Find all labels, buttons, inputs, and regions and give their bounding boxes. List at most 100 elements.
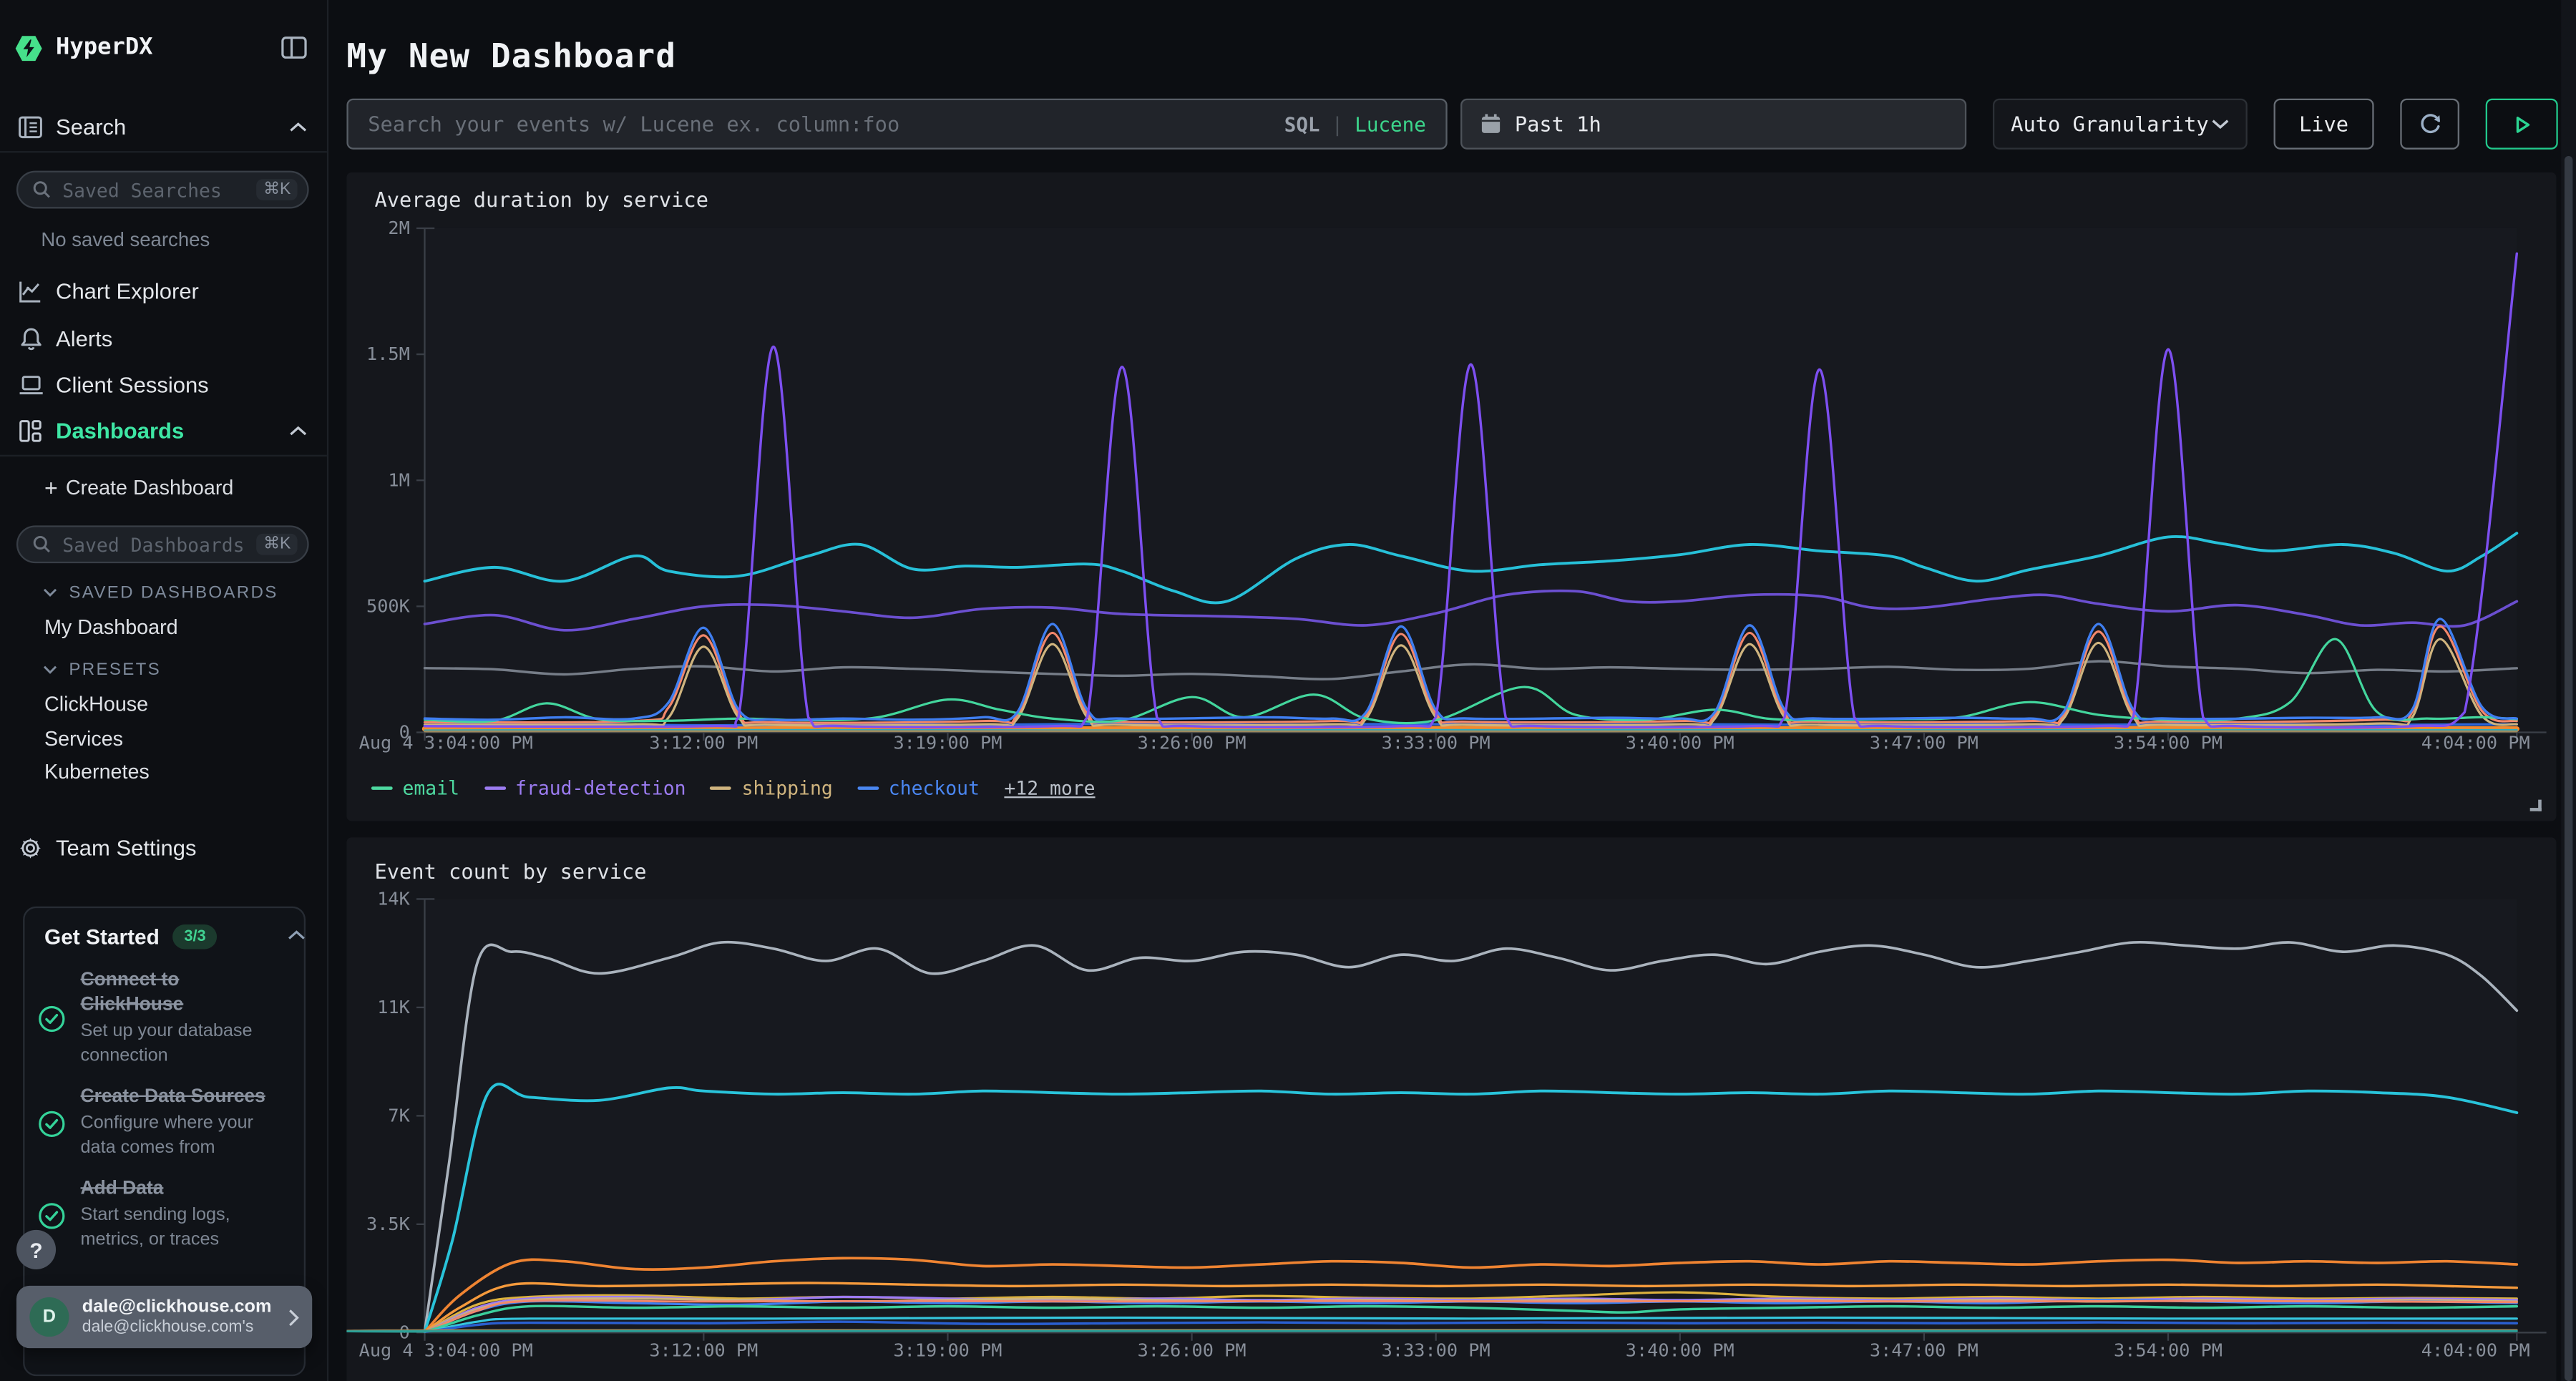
- chevron-up-icon[interactable]: [288, 929, 306, 941]
- search-section-icon: [16, 114, 44, 138]
- sql-toggle[interactable]: SQL: [1284, 112, 1320, 135]
- calendar-icon: [1480, 113, 1502, 135]
- x-axis-tick-label: 3:40:00 PM: [1626, 1340, 1735, 1361]
- y-axis-tick-label: 11K: [377, 997, 410, 1018]
- x-axis-tick-label: 3:47:00 PM: [1870, 1340, 1979, 1361]
- legend-item-checkout[interactable]: checkout: [857, 1377, 980, 1381]
- bell-icon: [16, 326, 44, 351]
- legend-item-shipping[interactable]: shipping: [711, 1377, 833, 1381]
- x-axis-tick-label: 3:54:00 PM: [2114, 732, 2223, 753]
- saved-dashboards-input[interactable]: Saved Dashboards ⌘K: [16, 525, 309, 563]
- legend-dash-icon: [857, 786, 879, 790]
- event-search-input[interactable]: [348, 100, 1446, 148]
- x-axis-tick-label: 3:19:00 PM: [893, 732, 1002, 753]
- panel-resize-handle[interactable]: [2530, 800, 2542, 811]
- checklist-item-desc: Configure where your data comes from: [80, 1111, 274, 1161]
- chevron-up-icon[interactable]: [289, 121, 307, 132]
- sidebar-item-services[interactable]: Services: [44, 728, 123, 751]
- no-saved-searches-text: No saved searches: [41, 228, 210, 251]
- legend-item-shipping[interactable]: shipping: [711, 776, 833, 799]
- sidebar-item-label: Alerts: [56, 326, 112, 351]
- sidebar-item-label: Client Sessions: [56, 372, 209, 396]
- user-team: dale@clickhouse.com's: [82, 1318, 272, 1338]
- checklist-item-add-data[interactable]: Add Data Start sending logs, metrics, or…: [38, 1176, 294, 1254]
- run-query-button[interactable]: [2486, 99, 2558, 150]
- x-axis-tick-label: 3:26:00 PM: [1138, 732, 1246, 753]
- user-menu[interactable]: D dale@clickhouse.com dale@clickhouse.co…: [16, 1286, 312, 1348]
- legend-dash-icon: [711, 786, 732, 790]
- brand-row: HyperDX: [0, 29, 328, 65]
- create-dashboard-button[interactable]: + Create Dashboard: [0, 473, 328, 502]
- check-circle-icon: [38, 1004, 66, 1032]
- divider: [0, 151, 327, 152]
- sidebar-item-client-sessions[interactable]: Client Sessions: [0, 366, 328, 402]
- scrollbar-thumb[interactable]: [2565, 156, 2572, 1381]
- live-button[interactable]: Live: [2274, 99, 2374, 150]
- x-axis-tick-label: Aug 4 3:04:00 PM: [359, 732, 533, 753]
- legend-label: shipping: [742, 1377, 833, 1381]
- line-chart-event-count[interactable]: 03.5K7K11K14KAug 4 3:04:00 PM3:12:00 PM3…: [346, 837, 2556, 1381]
- checklist-item-title: Create Data Sources: [80, 1086, 274, 1112]
- sidebar-item-my-dashboard[interactable]: My Dashboard: [44, 616, 178, 639]
- collapse-sidebar-icon[interactable]: [281, 36, 308, 59]
- chart-explorer-icon: [16, 278, 44, 303]
- sidebar-item-clickhouse[interactable]: ClickHouse: [44, 693, 148, 716]
- sidebar-item-team-settings[interactable]: Team Settings: [0, 829, 328, 865]
- legend-item-checkout[interactable]: checkout: [857, 776, 980, 799]
- y-axis-tick-label: 1M: [388, 469, 409, 490]
- time-range-picker[interactable]: Past 1h: [1460, 99, 1966, 150]
- checklist-item-create-data-sources[interactable]: Create Data Sources Configure where your…: [38, 1084, 294, 1163]
- x-axis-tick-label: 3:54:00 PM: [2114, 1340, 2223, 1361]
- check-circle-icon: [38, 1201, 66, 1229]
- sidebar-item-label: Search: [56, 114, 126, 138]
- main-content: My New Dashboard SQL | Lucene Past 1h Au…: [328, 0, 2576, 1381]
- x-axis-tick-label: 3:33:00 PM: [1382, 732, 1491, 753]
- gear-icon: [16, 835, 44, 859]
- play-icon: [2510, 112, 2533, 135]
- page-scrollbar[interactable]: [2561, 0, 2576, 1381]
- checklist-item-desc: Start sending logs, metrics, or traces: [80, 1204, 274, 1253]
- divider: [0, 455, 327, 457]
- sidebar: HyperDX Search Saved Searches ⌘K No save…: [0, 0, 328, 1381]
- sidebar-item-search[interactable]: Search: [0, 108, 328, 144]
- granularity-value: Auto Granularity: [2011, 112, 2208, 136]
- sidebar-item-chart-explorer[interactable]: Chart Explorer: [0, 273, 328, 308]
- chevron-down-icon: [43, 665, 58, 675]
- x-axis-tick-label: 3:19:00 PM: [893, 1340, 1002, 1361]
- y-axis-tick-label: 14K: [377, 888, 410, 909]
- chart-legend: email fraud-detection shipping checkout +12 …: [371, 776, 1096, 799]
- legend-item-fraud-detection[interactable]: fraud-detection: [484, 776, 686, 799]
- line-chart-avg-duration[interactable]: 0500K1M1.5M2MAug 4 3:04:00 PM3:12:00 PM3…: [346, 172, 2556, 821]
- x-axis-tick-label: 3:12:00 PM: [649, 732, 758, 753]
- checklist-item-connect-clickhouse[interactable]: Connect to ClickHouse Set up your databa…: [38, 967, 294, 1069]
- legend-more-link[interactable]: +12 more: [1004, 776, 1095, 799]
- legend-label: fraud-detection: [515, 776, 686, 799]
- lucene-toggle[interactable]: Lucene: [1355, 112, 1426, 135]
- refresh-button[interactable]: [2400, 99, 2459, 150]
- plus-icon: +: [44, 474, 58, 501]
- chevron-up-icon[interactable]: [289, 424, 307, 436]
- series-line-2aa198[interactable]: [347, 1331, 2517, 1332]
- saved-dashboards-section-header[interactable]: SAVED DASHBOARDS: [43, 583, 278, 603]
- y-axis-tick-label: 7K: [388, 1105, 410, 1126]
- chart-panel-event-count: 03.5K7K11K14KAug 4 3:04:00 PM3:12:00 PM3…: [346, 837, 2556, 1381]
- x-axis-tick-label: 3:12:00 PM: [649, 1340, 758, 1361]
- sidebar-item-alerts[interactable]: Alerts: [0, 321, 328, 356]
- sidebar-item-label: Chart Explorer: [56, 278, 199, 303]
- get-started-title: Get Started: [44, 924, 160, 949]
- granularity-select[interactable]: Auto Granularity: [1993, 99, 2248, 150]
- section-label: SAVED DASHBOARDS: [69, 583, 278, 603]
- saved-searches-input[interactable]: Saved Searches ⌘K: [16, 171, 309, 209]
- help-button[interactable]: ?: [16, 1230, 56, 1269]
- legend-more-link[interactable]: +12 more: [1004, 1377, 1095, 1381]
- presets-section-header[interactable]: PRESETS: [43, 660, 161, 680]
- sidebar-item-dashboards[interactable]: Dashboards: [0, 412, 328, 448]
- legend-label: checkout: [889, 1377, 980, 1381]
- dashboards-grid-icon: [16, 418, 44, 442]
- legend-item-email[interactable]: email: [371, 1377, 459, 1381]
- legend-item-email[interactable]: email: [371, 776, 459, 799]
- legend-item-fraud-detection[interactable]: fraud-detection: [484, 1377, 686, 1381]
- time-range-value: Past 1h: [1515, 112, 1601, 136]
- sidebar-item-kubernetes[interactable]: Kubernetes: [44, 761, 150, 784]
- laptop-icon: [16, 374, 44, 395]
